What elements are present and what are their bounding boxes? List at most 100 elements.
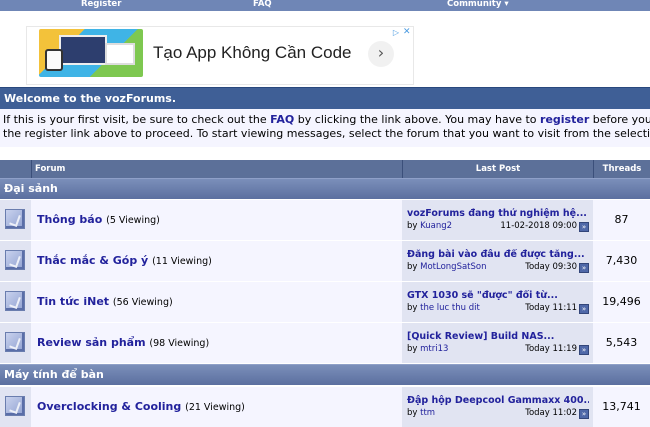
header-last-post: Last Post — [402, 160, 593, 178]
welcome-message: If this is your first visit, be sure to … — [0, 109, 650, 147]
forum-name[interactable]: Thông báo — [37, 213, 102, 226]
forum-name[interactable]: Thắc mắc & Góp ý — [37, 254, 148, 267]
last-post-title[interactable]: [Quick Review] Build NAS... — [407, 331, 589, 342]
last-post-title[interactable]: GTX 1030 sẽ "được" đổi từ... — [407, 290, 589, 301]
welcome-header: Welcome to the vozForums. — [0, 87, 650, 109]
by-label: by — [407, 262, 418, 272]
last-post-cell: [Quick Review] Build NAS... by mtri13 To… — [402, 323, 593, 363]
last-post-author: by the luc thu dit — [407, 303, 480, 313]
forum-row: Review sản phẩm (98 Viewing) [Quick Revi… — [0, 323, 650, 363]
threads-count: 19,496 — [593, 282, 650, 322]
last-post-time: 11-02-2018 09:00 — [500, 221, 577, 231]
last-post-clock: 11:02 — [552, 408, 578, 418]
forum-title-cell: Tin tức iNet (56 Viewing) — [31, 282, 402, 322]
forum-viewing-count: (11 Viewing) — [152, 256, 212, 267]
header-forum: Forum — [31, 160, 402, 178]
category-title[interactable]: Đại sảnh — [4, 182, 58, 195]
ad-image — [39, 29, 143, 77]
welcome-register-link[interactable]: register — [540, 113, 589, 126]
last-post-cell: vozForums đang thử nghiệm hệ... by Kuang… — [402, 200, 593, 240]
forum-link[interactable]: Thông báo (5 Viewing) — [37, 213, 160, 226]
last-post-title[interactable]: Đăng bài vào đâu để được tăng... — [407, 249, 589, 260]
last-post-date: Today — [525, 262, 550, 272]
last-post-time: Today 11:11 — [525, 303, 577, 313]
forum-title-cell: Overclocking & Cooling (21 Viewing) — [31, 387, 402, 427]
last-post-author: by mtri13 — [407, 344, 448, 354]
forum-status-cell — [0, 241, 31, 281]
category-header[interactable]: Máy tính để bàn — [0, 364, 650, 385]
last-post-clock: 09:00 — [552, 221, 578, 231]
ad-banner[interactable]: Tạo App Không Cần Code › ▷ ✕ — [26, 26, 414, 85]
last-post-author: by ttm — [407, 408, 435, 418]
threads-count: 5,543 — [593, 323, 650, 363]
forum-link[interactable]: Thắc mắc & Góp ý (11 Viewing) — [37, 254, 212, 267]
forum-status-icon — [5, 332, 25, 352]
header-threads: Threads — [593, 160, 650, 178]
nav-register-link[interactable]: Register — [81, 0, 121, 9]
forum-row: Thông báo (5 Viewing) vozForums đang thử… — [0, 200, 650, 240]
forum-viewing-count: (21 Viewing) — [185, 402, 245, 413]
last-post-time: Today 09:30 — [525, 262, 577, 272]
forum-viewing-count: (56 Viewing) — [112, 297, 173, 308]
forum-title-cell: Review sản phẩm (98 Viewing) — [31, 323, 402, 363]
forum-name[interactable]: Tin tức iNet — [37, 295, 109, 308]
last-post-clock: 11:11 — [552, 303, 578, 313]
category-title[interactable]: Máy tính để bàn — [4, 368, 104, 381]
last-post-user[interactable]: the luc thu dit — [420, 303, 480, 313]
last-post-clock: 11:19 — [552, 344, 578, 354]
forum-status-cell — [0, 282, 31, 322]
welcome-line-1: If this is your first visit, be sure to … — [3, 113, 650, 126]
forum-status-cell — [0, 200, 31, 240]
header-icon-col — [0, 160, 31, 178]
forum-link[interactable]: Tin tức iNet (56 Viewing) — [37, 295, 173, 308]
last-post-user[interactable]: Kuang2 — [420, 221, 452, 231]
go-to-last-post-icon[interactable]: » — [579, 304, 589, 314]
last-post-cell: Đập hộp Deepcool Gammaxx 400... by ttm T… — [402, 387, 593, 427]
ad-info-icon[interactable]: ▷ — [391, 28, 401, 38]
forum-table-header: Forum Last Post Threads — [0, 160, 650, 178]
ad-zone: Tạo App Không Cần Code › ▷ ✕ — [0, 11, 650, 85]
forum-name[interactable]: Review sản phẩm — [37, 336, 146, 349]
go-to-last-post-icon[interactable]: » — [579, 222, 589, 232]
chevron-down-icon: ▾ — [504, 0, 509, 9]
top-nav-bar: Register FAQ Community ▾ — [0, 0, 650, 11]
forum-link[interactable]: Overclocking & Cooling (21 Viewing) — [37, 400, 245, 413]
go-to-last-post-icon[interactable]: » — [579, 345, 589, 355]
go-to-last-post-icon[interactable]: » — [579, 263, 589, 273]
last-post-title[interactable]: Đập hộp Deepcool Gammaxx 400... — [407, 395, 589, 406]
last-post-author: by Kuang2 — [407, 221, 452, 231]
nav-community-label: Community — [447, 0, 502, 9]
last-post-time: Today 11:19 — [525, 344, 577, 354]
welcome-line-2: the register link above to proceed. To s… — [3, 127, 650, 140]
last-post-user[interactable]: MotLongSatSon — [420, 262, 486, 272]
forum-row: Thắc mắc & Góp ý (11 Viewing) Đăng bài v… — [0, 241, 650, 281]
close-icon[interactable]: ✕ — [403, 27, 413, 37]
threads-count: 13,741 — [593, 387, 650, 427]
last-post-user[interactable]: mtri13 — [420, 344, 448, 354]
welcome-text: before you can — [592, 113, 650, 126]
last-post-date: Today — [525, 408, 550, 418]
last-post-clock: 09:30 — [552, 262, 578, 272]
nav-faq-link[interactable]: FAQ — [253, 0, 272, 9]
forum-row: Overclocking & Cooling (21 Viewing) Đập … — [0, 387, 650, 427]
last-post-date: Today — [525, 303, 550, 313]
go-to-last-post-icon[interactable]: » — [579, 409, 589, 419]
welcome-faq-link[interactable]: FAQ — [270, 113, 294, 126]
last-post-title[interactable]: vozForums đang thử nghiệm hệ... — [407, 208, 589, 219]
last-post-user[interactable]: ttm — [420, 408, 435, 418]
nav-community-menu[interactable]: Community ▾ — [447, 0, 509, 9]
last-post-author: by MotLongSatSon — [407, 262, 487, 272]
forum-link[interactable]: Review sản phẩm (98 Viewing) — [37, 336, 209, 349]
welcome-title: Welcome to the vozForums. — [4, 92, 177, 105]
category-header[interactable]: Đại sảnh — [0, 178, 650, 199]
welcome-text: If this is your first visit, be sure to … — [3, 113, 271, 126]
threads-count: 87 — [593, 200, 650, 240]
forum-viewing-count: (5 Viewing) — [106, 215, 160, 226]
by-label: by — [407, 303, 418, 313]
forum-status-icon — [5, 291, 25, 311]
forum-status-icon — [5, 250, 25, 270]
forum-title-cell: Thắc mắc & Góp ý (11 Viewing) — [31, 241, 402, 281]
ad-title[interactable]: Tạo App Không Cần Code — [153, 43, 351, 63]
chevron-right-icon[interactable]: › — [368, 41, 394, 67]
forum-name[interactable]: Overclocking & Cooling — [37, 400, 181, 413]
